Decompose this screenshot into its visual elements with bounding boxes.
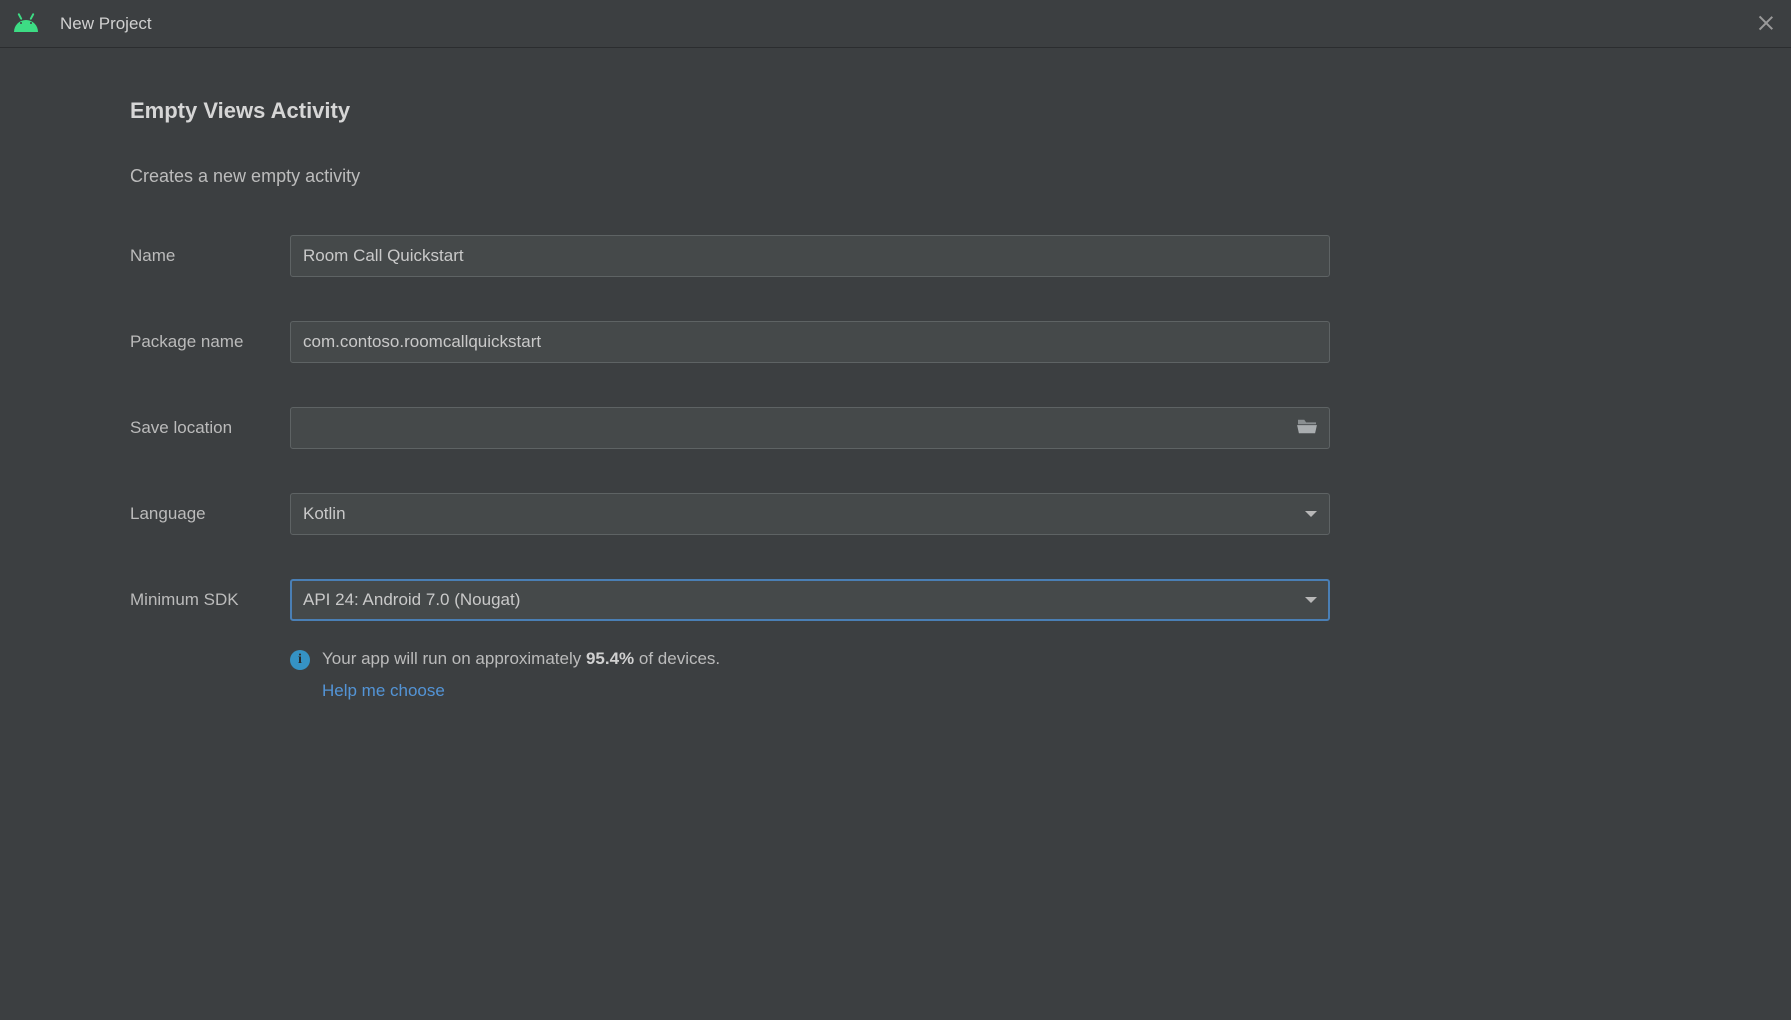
row-name: Name xyxy=(130,235,1330,277)
chevron-down-icon xyxy=(1305,597,1317,603)
content-area: Empty Views Activity Creates a new empty… xyxy=(0,48,1460,741)
row-minimum-sdk: Minimum SDK API 24: Android 7.0 (Nougat) xyxy=(130,579,1330,621)
page-description: Creates a new empty activity xyxy=(130,166,1330,187)
name-input[interactable] xyxy=(290,235,1330,277)
close-button[interactable] xyxy=(1757,14,1775,32)
row-language: Language Kotlin xyxy=(130,493,1330,535)
language-dropdown[interactable]: Kotlin xyxy=(290,493,1330,535)
page-title: Empty Views Activity xyxy=(130,98,1330,124)
save-location-input[interactable] xyxy=(290,407,1330,449)
row-save-location: Save location xyxy=(130,407,1330,449)
minimum-sdk-label: Minimum SDK xyxy=(130,590,290,610)
window-title: New Project xyxy=(60,14,152,34)
android-logo-icon xyxy=(14,18,38,32)
sdk-hint: i Your app will run on approximately 95.… xyxy=(290,647,1330,701)
language-value: Kotlin xyxy=(303,504,346,524)
info-icon: i xyxy=(290,650,310,670)
minimum-sdk-dropdown[interactable]: API 24: Android 7.0 (Nougat) xyxy=(290,579,1330,621)
hint-suffix: of devices. xyxy=(634,649,720,668)
minimum-sdk-value: API 24: Android 7.0 (Nougat) xyxy=(303,590,520,610)
chevron-down-icon xyxy=(1305,511,1317,517)
sdk-hint-text: Your app will run on approximately 95.4%… xyxy=(322,647,720,671)
package-input[interactable] xyxy=(290,321,1330,363)
help-me-choose-link[interactable]: Help me choose xyxy=(322,681,445,701)
hint-prefix: Your app will run on approximately xyxy=(322,649,586,668)
name-label: Name xyxy=(130,246,290,266)
browse-folder-icon[interactable] xyxy=(1296,417,1318,435)
package-label: Package name xyxy=(130,332,290,352)
titlebar: New Project xyxy=(0,0,1791,48)
hint-percent: 95.4% xyxy=(586,649,634,668)
save-location-label: Save location xyxy=(130,418,290,438)
row-package: Package name xyxy=(130,321,1330,363)
language-label: Language xyxy=(130,504,290,524)
